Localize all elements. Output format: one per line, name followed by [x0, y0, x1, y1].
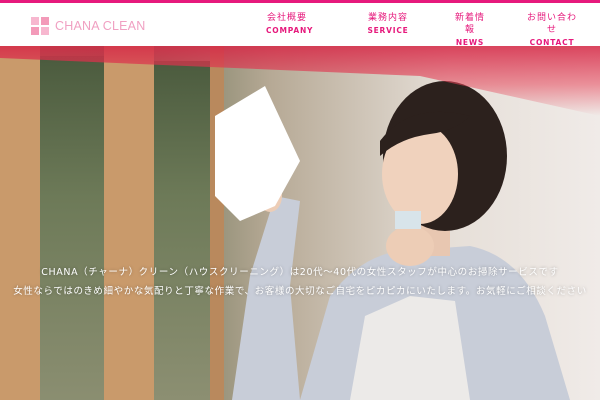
nav-item-company-en: COMPANY: [266, 26, 314, 35]
nav-item-contact[interactable]: お問い合わせ CONTACT: [526, 12, 578, 50]
hero-section: CHANA（チャーナ）クリーン（ハウスクリーニング）は20代〜40代の女性スタッ…: [0, 46, 600, 400]
site-header: CHANA CLEAN 会社概要 COMPANY 業務内容 SERVICE 新着…: [0, 3, 600, 47]
nav-item-contact-jp: お問い合わせ: [526, 13, 577, 35]
site-logo[interactable]: CHANA CLEAN: [30, 15, 145, 37]
hero-caption-line1: CHANA（チャーナ）クリーン（ハウスクリーニング）は20代〜40代の女性スタッ…: [41, 267, 559, 278]
woman-cleaning-window-photo: [215, 81, 570, 400]
nav-item-company[interactable]: 会社概要 COMPANY: [266, 12, 314, 38]
logo-text: CHANA CLEAN: [55, 19, 146, 33]
logo-icon: [30, 16, 50, 36]
hero-caption-line2: 女性ならではのきめ細やかな気配りと丁寧な作業で、お客様の大切なご自宅をピカピカに…: [13, 286, 587, 297]
nav-item-news-jp: 新着情報: [454, 13, 485, 35]
nav-item-service[interactable]: 業務内容 SERVICE: [358, 12, 418, 38]
nav-item-company-jp: 会社概要: [266, 13, 307, 23]
nav-item-service-jp: 業務内容: [367, 13, 408, 23]
nav-item-news[interactable]: 新着情報 NEWS: [453, 12, 487, 50]
nav-item-service-en: SERVICE: [367, 26, 409, 35]
